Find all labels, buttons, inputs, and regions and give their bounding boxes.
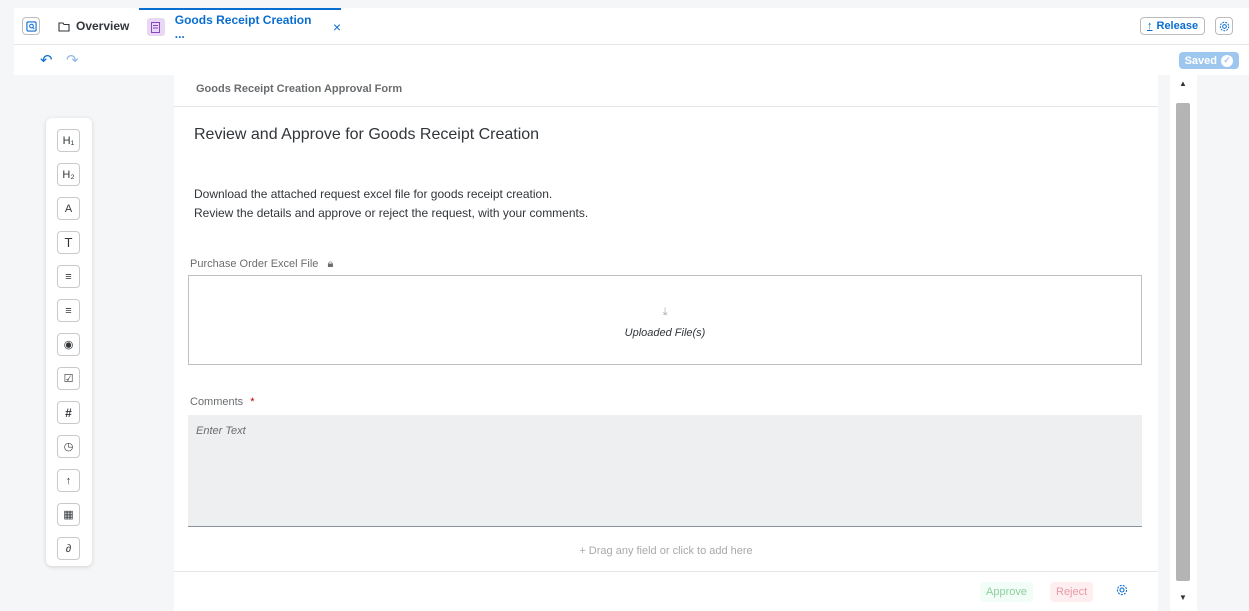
- field-palette: H₁ H₂ A T ≡ ≡ ◉ ☑ # ◷ ↑ ▦ ∂: [46, 118, 92, 566]
- upload-field-label: Purchase Order Excel File 🔒︎: [190, 258, 333, 271]
- file-upload-icon[interactable]: ↑: [57, 469, 80, 492]
- required-mark: *: [250, 396, 255, 408]
- tab-overview-label: Overview: [76, 19, 130, 33]
- form-heading[interactable]: Review and Approve for Goods Receipt Cre…: [194, 126, 539, 144]
- saved-status-badge: Saved ✓: [1178, 52, 1239, 69]
- form-icon: [147, 18, 165, 36]
- folder-icon: [58, 21, 70, 32]
- reject-button[interactable]: Reject: [1050, 582, 1094, 602]
- text-icon[interactable]: T: [57, 231, 80, 254]
- scroll-up-arrow-icon[interactable]: ▲: [1179, 79, 1187, 88]
- comments-placeholder: Enter Text: [196, 425, 246, 437]
- find-icon-button[interactable]: [22, 17, 40, 35]
- release-label: Release: [1156, 20, 1199, 32]
- tab-overview[interactable]: Overview: [58, 8, 129, 44]
- font-size-icon[interactable]: A: [57, 197, 80, 220]
- saved-label: Saved: [1184, 54, 1217, 67]
- add-field-dropzone[interactable]: + Drag any field or click to add here: [174, 545, 1158, 557]
- upload-icon: ↑: [1147, 20, 1153, 32]
- undo-icon[interactable]: ↶: [40, 51, 53, 69]
- tab-goods-receipt-label: Goods Receipt Creation ...: [174, 13, 312, 41]
- download-icon: ⤓: [662, 306, 668, 318]
- release-button[interactable]: ↑ Release: [1140, 17, 1206, 35]
- table-icon[interactable]: ▦: [57, 503, 80, 526]
- heading2-icon[interactable]: H₂: [57, 163, 80, 186]
- comments-textarea[interactable]: Enter Text: [188, 415, 1142, 527]
- scroll-down-arrow-icon[interactable]: ▼: [1179, 593, 1187, 602]
- paragraph-line-2[interactable]: Review the details and approve or reject…: [194, 206, 588, 220]
- find-icon: [25, 20, 37, 32]
- title-divider: [174, 106, 1158, 107]
- date-icon[interactable]: ◷: [57, 435, 80, 458]
- uploaded-files-text: Uploaded File(s): [624, 327, 706, 339]
- editor-toolbar: ↶ ↷ Saved ✓: [14, 45, 1249, 75]
- gear-icon: [1219, 21, 1229, 31]
- top-tab-bar: Overview Goods Receipt Creation ... × ↑ …: [14, 8, 1249, 45]
- footer-divider: [174, 571, 1158, 572]
- link-icon[interactable]: ∂: [57, 537, 80, 560]
- tab-goods-receipt-form[interactable]: Goods Receipt Creation ... ×: [139, 8, 341, 44]
- lock-icon: 🔒︎: [327, 258, 334, 270]
- upload-label-text: Purchase Order Excel File: [190, 258, 319, 270]
- comments-label-text: Comments: [190, 396, 244, 408]
- settings-button[interactable]: [1215, 17, 1233, 35]
- checkbox-icon[interactable]: ☑: [57, 367, 80, 390]
- form-title: Goods Receipt Creation Approval Form: [196, 83, 403, 95]
- number-icon[interactable]: #: [57, 401, 80, 424]
- paragraph-icon[interactable]: ≡: [57, 265, 80, 288]
- heading1-icon[interactable]: H₁: [57, 129, 80, 152]
- comments-label: Comments *: [190, 396, 255, 408]
- paragraph-line-1[interactable]: Download the attached request excel file…: [194, 187, 552, 201]
- scrollbar-thumb[interactable]: [1176, 103, 1190, 581]
- close-tab-icon[interactable]: ×: [333, 19, 341, 35]
- vertical-scrollbar[interactable]: ▲ ▼: [1170, 75, 1197, 611]
- approve-button[interactable]: Approve: [980, 582, 1033, 602]
- checklist-icon[interactable]: ≡: [57, 299, 80, 322]
- file-upload-area[interactable]: ⤓ Uploaded File(s): [188, 275, 1142, 365]
- form-canvas: Goods Receipt Creation Approval Form Rev…: [174, 75, 1158, 611]
- footer-settings-icon[interactable]: [1116, 583, 1128, 601]
- redo-icon[interactable]: ↷: [66, 51, 79, 69]
- radio-button-icon[interactable]: ◉: [57, 333, 80, 356]
- check-circle-icon: ✓: [1221, 54, 1233, 67]
